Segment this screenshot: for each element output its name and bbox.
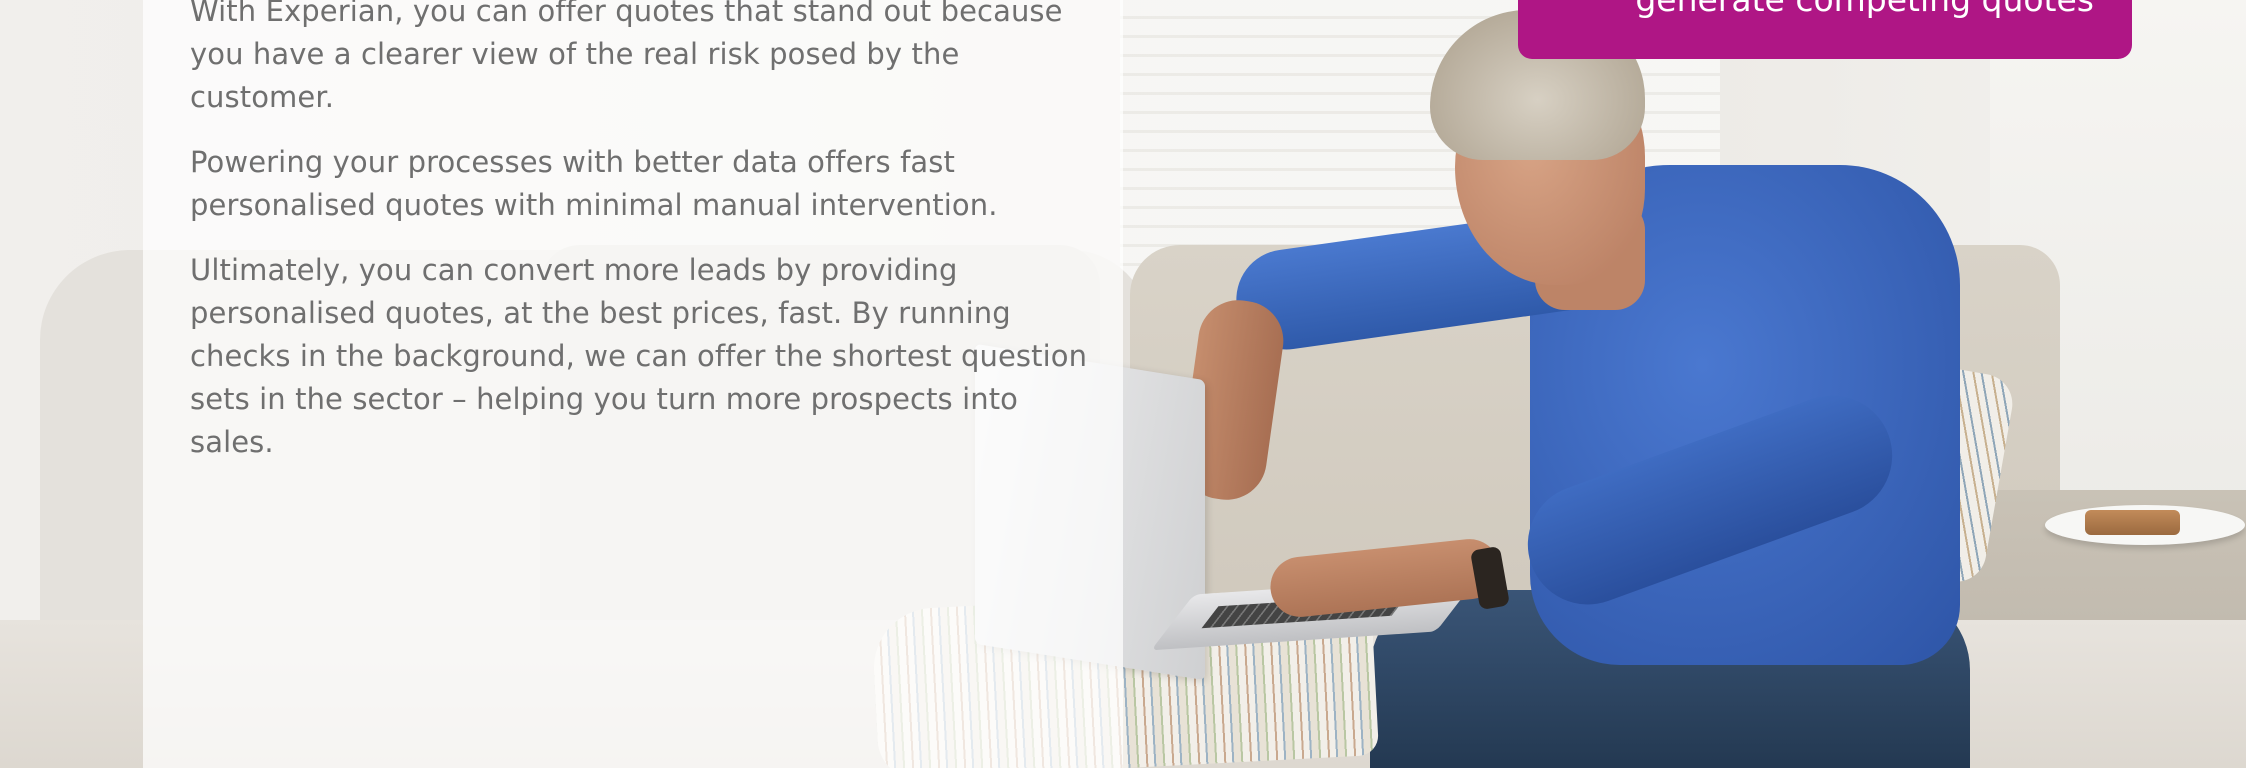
paragraph-1: With Experian, you can offer quotes that… [190, 0, 1063, 114]
cake-slice [2085, 510, 2180, 535]
body-copy: With Experian, you can offer quotes that… [190, 0, 1090, 486]
callout-text: generate competing quotes [1635, 0, 2094, 20]
paragraph-2: Powering your processes with better data… [190, 145, 998, 222]
paragraph-3: Ultimately, you can convert more leads b… [190, 253, 1088, 459]
callout-banner: generate competing quotes [1518, 0, 2132, 59]
